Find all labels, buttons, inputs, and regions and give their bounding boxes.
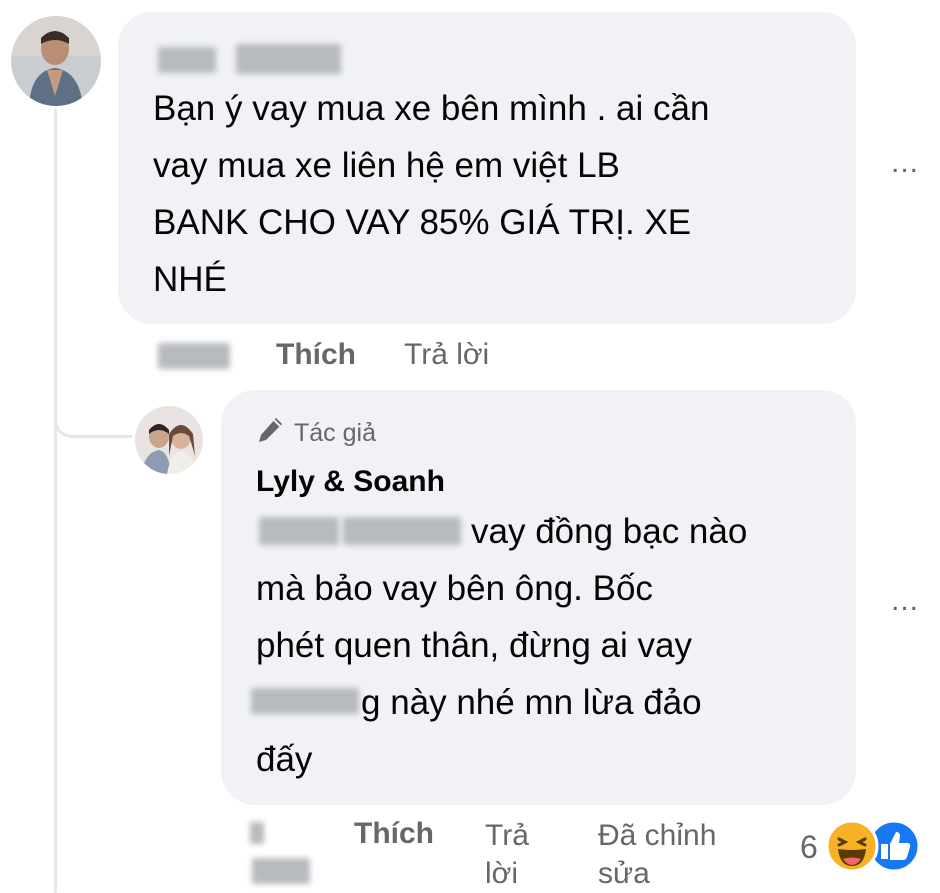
pen-icon [254,414,286,453]
edited-label-1: Đã chỉnh [598,819,717,852]
comment-reply-button[interactable]: Trả lời [404,338,489,372]
reply-text-redacted [251,688,359,714]
comment-text: Bạn ý vay mua xe bên mình . ai cần vay m… [153,89,710,299]
reply-text-line-5: đấy [256,740,313,779]
reply-bubble: Tác giả Lyly & Soanh vay đồng bạc nào mà… [221,390,856,805]
thread-line [54,108,57,893]
reply-text-redacted [259,517,339,545]
edited-label-2: sửa [598,857,650,890]
comment-timestamp-redacted [158,343,230,369]
reply-reply-label-2: lời [485,857,519,890]
reply-reply-label-1: Trả [485,819,529,852]
commenter-name-redacted [236,44,341,74]
reply-text-line-4: g này nhé mn lừa đảo [361,683,702,722]
commenter-name-redacted [158,47,216,73]
reply-author-name[interactable]: Lyly & Soanh [256,465,445,499]
reply-more-options[interactable]: ... [891,584,919,618]
reply-timestamp-redacted [250,822,264,844]
reply-timestamp-redacted [252,858,310,884]
commenter-avatar[interactable] [11,16,101,106]
edited-indicator[interactable]: Đã chỉnh sửa [598,817,716,893]
reply-like-button[interactable]: Thích [354,817,434,851]
reply-text-line-2: mà bảo vay bên ông. Bốc [256,569,653,608]
comment-more-options[interactable]: ... [891,146,919,180]
comment-like-button[interactable]: Thích [276,338,356,372]
author-badge: Tác giả [254,414,376,453]
reply-text-line-3: phét quen thân, đừng ai vay [256,626,692,665]
author-badge-label: Tác giả [294,419,376,447]
reply-reply-button[interactable]: Trả lời [485,817,529,893]
reaction-summary[interactable] [822,818,922,874]
reply-text-redacted [343,517,461,545]
reaction-count[interactable]: 6 [800,829,818,866]
reply-author-avatar[interactable] [135,406,203,474]
thread-connector [54,395,132,438]
reply-text-line-1: vay đồng bạc nào [471,512,748,551]
haha-reaction-icon [825,819,879,873]
comment-bubble: Bạn ý vay mua xe bên mình . ai cần vay m… [118,12,856,324]
